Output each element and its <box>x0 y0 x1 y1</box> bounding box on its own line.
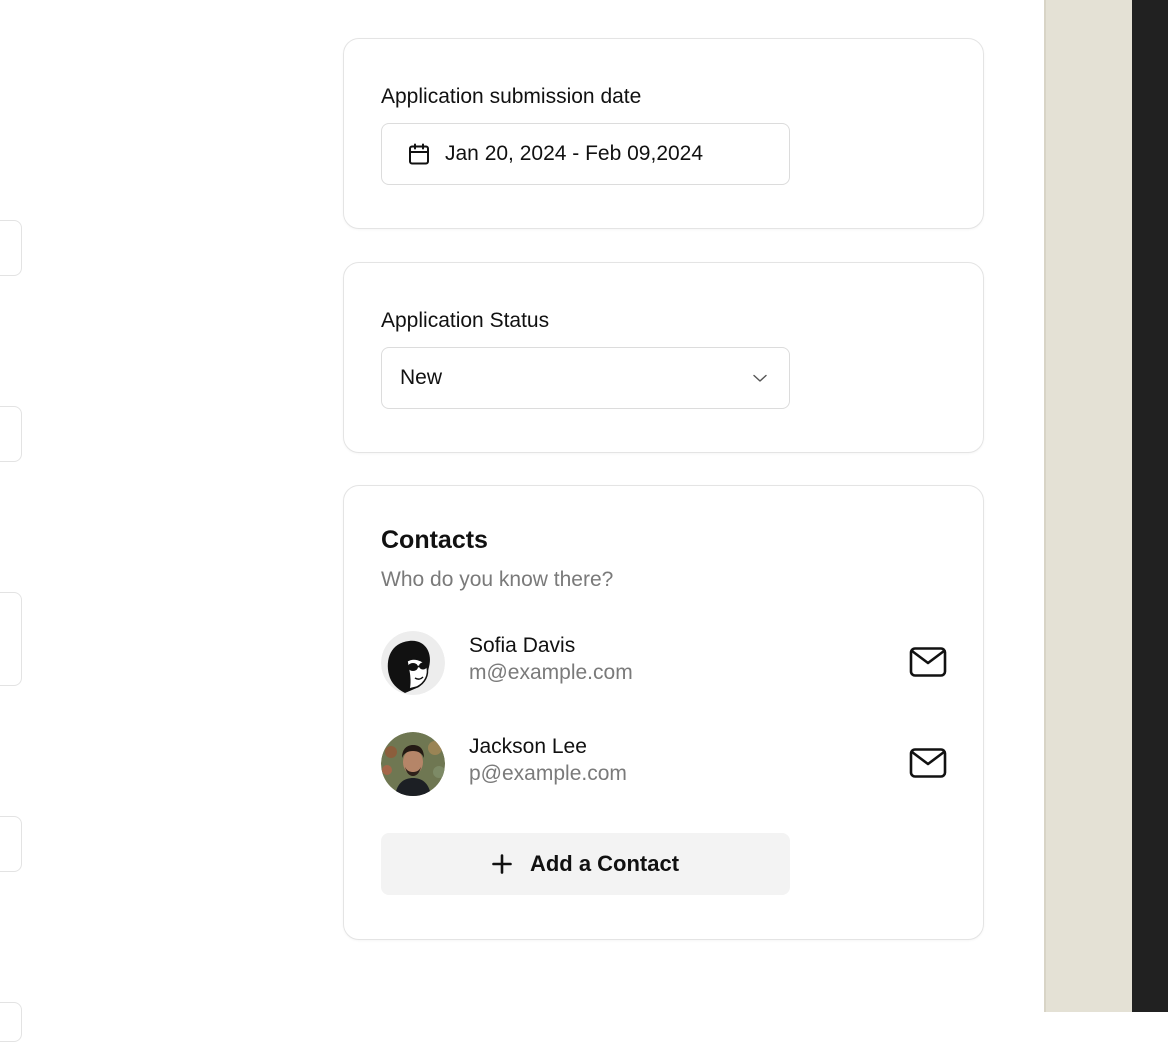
contact-email: m@example.com <box>469 661 633 684</box>
contacts-subtitle: Who do you know there? <box>381 568 614 591</box>
status-select-value: New <box>400 366 443 389</box>
date-range-picker[interactable]: Jan 20, 2024 - Feb 09,2024 <box>381 123 790 185</box>
submission-date-label: Application submission date <box>381 85 642 108</box>
submission-date-card: Application submission date Jan 20, 2024… <box>343 38 984 229</box>
offscreen-field[interactable] <box>0 816 22 872</box>
dark-edge-panel <box>1132 0 1168 1012</box>
add-contact-label: Add a Contact <box>529 851 680 876</box>
contacts-title: Contacts <box>381 526 488 554</box>
date-range-value: Jan 20, 2024 - Feb 09,2024 <box>445 142 704 165</box>
mail-icon[interactable] <box>909 746 947 780</box>
contact-name: Sofia Davis <box>469 634 576 657</box>
contact-row: Jackson Lee p@example.com <box>381 732 947 796</box>
plus-icon <box>492 854 512 874</box>
contact-email: p@example.com <box>469 762 627 785</box>
mail-icon[interactable] <box>909 645 947 679</box>
calendar-icon <box>407 142 431 166</box>
contact-name: Jackson Lee <box>469 735 587 758</box>
avatar <box>381 732 445 796</box>
offscreen-field[interactable] <box>0 406 22 462</box>
avatar <box>381 631 445 695</box>
offscreen-textarea[interactable] <box>0 592 22 686</box>
application-status-card: Application Status New <box>343 262 984 453</box>
offscreen-field[interactable] <box>0 220 22 276</box>
add-contact-button[interactable]: Add a Contact <box>381 833 790 895</box>
side-panel <box>1044 0 1132 1012</box>
contact-row: Sofia Davis m@example.com <box>381 631 947 695</box>
offscreen-field[interactable] <box>0 1002 22 1042</box>
chevron-down-icon <box>751 369 769 387</box>
contacts-card: Contacts Who do you know there? Sofia Da… <box>343 485 984 940</box>
application-status-label: Application Status <box>381 309 550 332</box>
status-select[interactable]: New <box>381 347 790 409</box>
